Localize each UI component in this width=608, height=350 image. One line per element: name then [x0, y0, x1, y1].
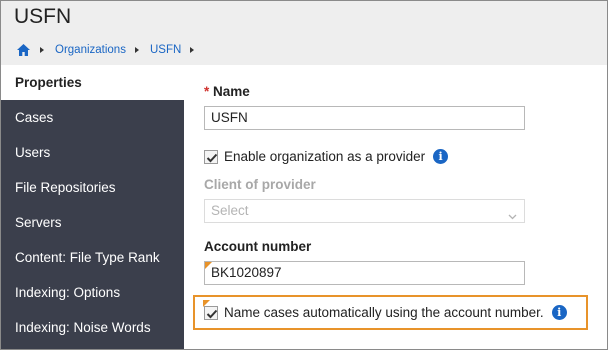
sidebar-item-file-repositories[interactable]: File Repositories [1, 170, 184, 205]
sidebar-item-content-file-type-rank[interactable]: Content: File Type Rank [1, 240, 184, 275]
breadcrumb-usfn-link[interactable]: USFN [150, 44, 181, 56]
sidebar-item-indexing-noise-words[interactable]: Indexing: Noise Words [1, 310, 184, 345]
enable-provider-checkbox[interactable] [204, 149, 218, 164]
name-label: * Name [204, 84, 250, 99]
window: USFN Organizations USFN Properties Cases… [0, 0, 608, 350]
breadcrumb-separator-icon [134, 47, 139, 53]
client-of-provider-placeholder: Select [211, 203, 249, 218]
sidebar-item-servers[interactable]: Servers [1, 205, 184, 240]
enable-provider-label: Enable organization as a provider [224, 149, 426, 164]
breadcrumb-separator-icon [190, 47, 195, 53]
name-cases-auto-row: Name cases automatically using the accou… [204, 305, 567, 320]
breadcrumb-organizations-link[interactable]: Organizations [55, 44, 126, 56]
sidebar-item-properties[interactable]: Properties [1, 65, 184, 100]
info-icon[interactable]: i [551, 305, 567, 320]
required-mark: * [204, 84, 210, 99]
breadcrumb-separator-icon [40, 47, 44, 53]
client-of-provider-select: Select [204, 199, 525, 223]
sidebar-item-cases[interactable]: Cases [1, 100, 184, 135]
header: USFN Organizations USFN [1, 1, 607, 65]
sidebar-item-indexing-options[interactable]: Indexing: Options [1, 275, 184, 310]
account-number-field[interactable]: BK1020897 [204, 261, 525, 285]
name-label-text: Name [213, 84, 250, 99]
enable-provider-row: Enable organization as a provider i [204, 149, 449, 164]
name-field[interactable]: USFN [204, 106, 525, 130]
breadcrumb: Organizations USFN [16, 42, 205, 58]
sidebar: Properties Cases Users File Repositories… [1, 65, 184, 349]
name-cases-auto-label: Name cases automatically using the accou… [224, 305, 544, 320]
info-icon[interactable]: i [433, 149, 449, 164]
chevron-down-icon [508, 206, 517, 220]
home-icon[interactable] [16, 43, 31, 57]
client-of-provider-label: Client of provider [204, 177, 316, 192]
account-number-label: Account number [204, 239, 312, 254]
name-cases-auto-checkbox[interactable] [204, 305, 218, 320]
sidebar-item-users[interactable]: Users [1, 135, 184, 170]
page-title: USFN [14, 5, 72, 28]
